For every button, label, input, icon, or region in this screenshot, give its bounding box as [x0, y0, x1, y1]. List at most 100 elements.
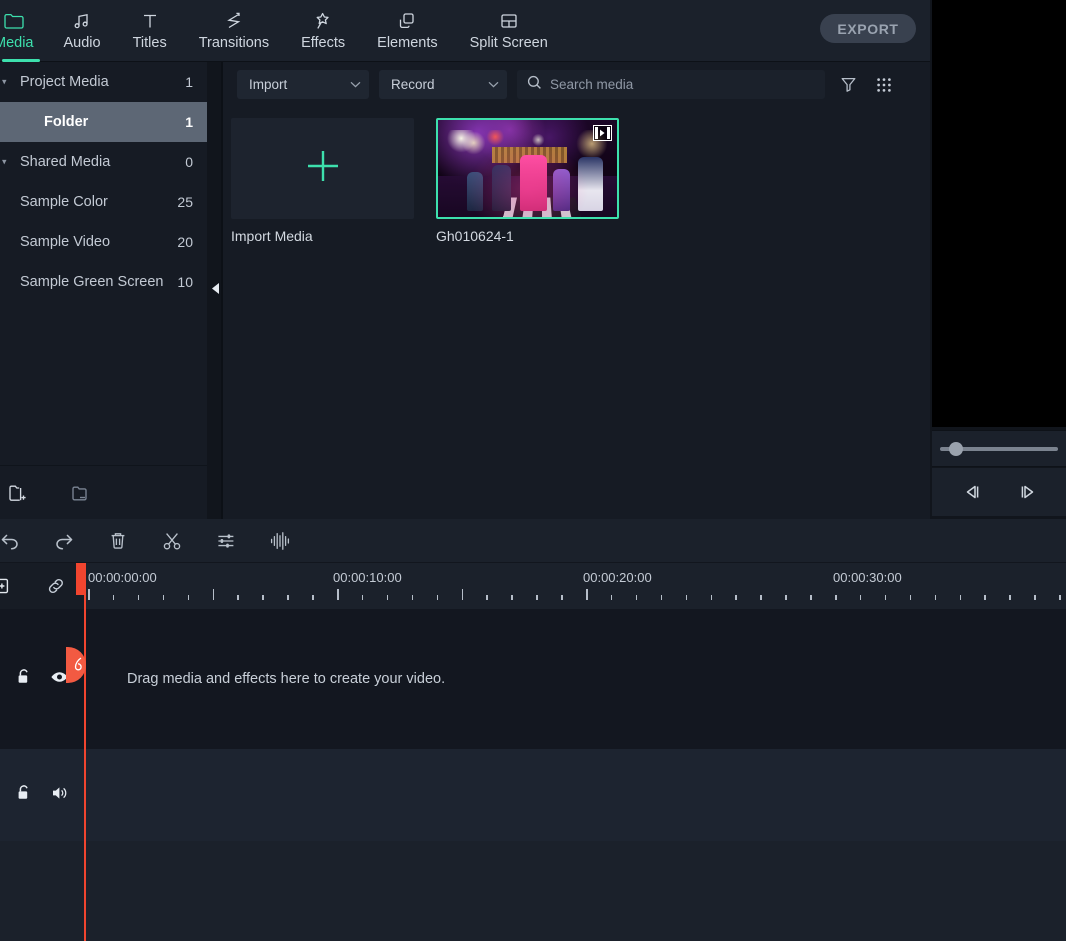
record-dropdown[interactable]: Record	[379, 70, 507, 99]
track-video: Drag media and effects here to create yo…	[0, 609, 1066, 749]
ruler-tick	[237, 595, 239, 600]
ruler-tick	[635, 595, 638, 600]
tab-split-screen-label: Split Screen	[469, 35, 548, 52]
sidebar-item-count: 10	[177, 274, 193, 290]
speaker-icon[interactable]	[50, 785, 70, 806]
ruler-tick	[386, 595, 389, 600]
filter-funnel-icon[interactable]	[835, 72, 861, 98]
media-clip-thumbnail[interactable]	[436, 118, 619, 219]
unlock-icon[interactable]	[16, 784, 32, 807]
import-media-label: Import Media	[231, 228, 313, 244]
sidebar-item-count: 1	[185, 114, 193, 130]
ruler-tick	[486, 595, 488, 600]
audio-waveform-icon[interactable]	[266, 527, 294, 555]
plus-icon	[303, 146, 343, 191]
import-dropdown[interactable]: Import	[237, 70, 369, 99]
folder-add-icon[interactable]	[6, 480, 32, 506]
next-frame-icon[interactable]	[1014, 479, 1040, 505]
ruler-tick	[88, 589, 90, 600]
export-button[interactable]: EXPORT	[820, 14, 916, 43]
ruler-tick	[561, 595, 563, 600]
tab-audio-label: Audio	[63, 35, 101, 52]
ruler-tick	[760, 595, 762, 600]
track-placeholder-text: Drag media and effects here to create yo…	[127, 671, 446, 687]
sidebar-footer	[0, 465, 207, 520]
tab-media-label: Media	[0, 35, 34, 52]
playback-slider-knob[interactable]	[949, 441, 963, 456]
adjust-sliders-icon[interactable]	[212, 527, 240, 555]
ruler-tick	[959, 595, 961, 600]
import-media-tile[interactable]	[231, 118, 414, 219]
transitions-icon	[225, 11, 243, 31]
track-video-body[interactable]: Drag media and effects here to create yo…	[84, 609, 1066, 749]
folder-icon	[4, 11, 24, 31]
top-navigation-bar: Media Audio Titles Transitions Effects E…	[0, 0, 930, 62]
sidebar-item-sample-video[interactable]: Sample Video 20	[0, 222, 207, 262]
tab-audio[interactable]: Audio	[48, 0, 117, 62]
preview-panel	[932, 0, 1066, 519]
sidebar-item-label: Sample Color	[20, 194, 108, 210]
sidebar-item-count: 1	[185, 74, 193, 90]
grid-view-icon[interactable]	[871, 72, 897, 98]
track-empty-area[interactable]	[0, 841, 1066, 941]
split-scissors-icon[interactable]	[158, 527, 186, 555]
import-dropdown-label: Import	[249, 77, 288, 92]
tab-titles-label: Titles	[132, 35, 167, 52]
sidebar-item-sample-green-screen[interactable]: Sample Green Screen 10	[0, 262, 207, 302]
sidebar-item-folder[interactable]: Folder 1	[0, 102, 207, 142]
music-note-icon	[72, 11, 92, 31]
tab-effects[interactable]: Effects	[285, 0, 361, 62]
ruler-tick	[1009, 595, 1011, 600]
ruler-tick	[337, 589, 339, 600]
link-icon[interactable]	[42, 572, 70, 600]
sidebar-item-sample-color[interactable]: Sample Color 25	[0, 182, 207, 222]
folder-remove-icon[interactable]	[68, 480, 94, 506]
previous-frame-icon[interactable]	[960, 479, 986, 505]
sidebar-item-count: 25	[177, 194, 193, 210]
track-empty-body[interactable]	[84, 841, 1066, 941]
search-box[interactable]	[517, 70, 825, 99]
timeline-sub-toolbar	[0, 563, 84, 609]
ruler-tick	[735, 595, 737, 600]
tab-elements-label: Elements	[377, 35, 438, 52]
ruler-tick	[287, 595, 289, 600]
tab-titles[interactable]: Titles	[117, 0, 183, 62]
playback-slider[interactable]	[940, 441, 1058, 456]
search-input[interactable]	[550, 77, 810, 92]
media-clip-cell: Gh010624-1	[436, 118, 619, 244]
chevron-down-icon	[488, 80, 499, 90]
eye-icon[interactable]	[50, 670, 69, 689]
unlock-icon[interactable]	[16, 668, 32, 691]
sidebar-item-label: Sample Video	[20, 234, 111, 250]
add-marker-icon[interactable]	[0, 572, 16, 600]
track-audio-body[interactable]	[84, 749, 1066, 841]
redo-icon[interactable]	[50, 527, 78, 555]
ruler-tick	[610, 595, 613, 600]
sidebar-item-shared-media[interactable]: ▾ Shared Media 0	[0, 142, 207, 182]
split-screen-icon	[500, 11, 518, 31]
ruler-tick	[411, 595, 414, 600]
timeline-toolbar	[0, 519, 1066, 563]
sidebar-item-count: 0	[185, 154, 193, 170]
ruler-label: 00:00:20:00	[583, 570, 652, 585]
preview-video-surface[interactable]	[932, 62, 1066, 427]
tab-elements[interactable]: Elements	[361, 0, 453, 62]
timeline-ruler[interactable]: 00:00:00:00 00:00:10:00 00:00:20:00 00:0…	[84, 563, 1066, 609]
sidebar-collapse-handle[interactable]	[208, 275, 222, 307]
undo-icon[interactable]	[0, 527, 24, 555]
tab-media[interactable]: Media	[0, 0, 48, 62]
chevron-down-icon: ▾	[2, 76, 7, 87]
record-dropdown-label: Record	[391, 77, 435, 92]
media-library-sidebar: ▾ Project Media 1 Folder 1 ▾ Shared Medi…	[0, 62, 207, 517]
ruler-tick	[984, 595, 986, 600]
thumbnail-glow	[438, 120, 617, 217]
timeline-panel: 00:00:00:00 00:00:10:00 00:00:20:00 00:0…	[0, 519, 1066, 941]
delete-icon[interactable]	[104, 527, 132, 555]
ruler-tick	[162, 595, 165, 600]
ruler-tick	[112, 595, 115, 600]
track-video-header	[0, 609, 84, 749]
sidebar-item-project-media[interactable]: ▾ Project Media 1	[0, 62, 207, 102]
track-audio	[0, 749, 1066, 841]
tab-transitions[interactable]: Transitions	[183, 0, 285, 62]
tab-split-screen[interactable]: Split Screen	[454, 0, 564, 62]
